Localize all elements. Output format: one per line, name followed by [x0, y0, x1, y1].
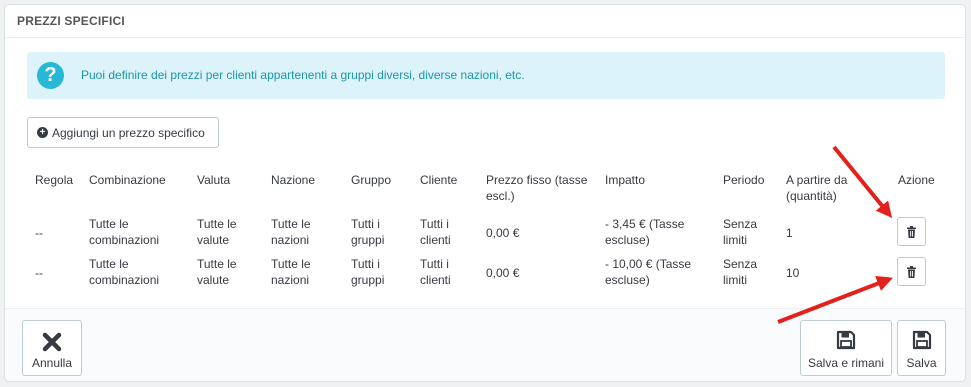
cell-customer-line2: clienti	[420, 273, 451, 287]
header-from-quantity-line2: (quantità)	[786, 189, 837, 203]
add-specific-price-label: Aggiungi un prezzo specifico	[52, 125, 205, 140]
cell-combination-line1: Tutte le	[89, 257, 129, 271]
floppy-disk-icon	[912, 330, 932, 350]
cell-group-line1: Tutti i	[351, 217, 380, 231]
floppy-disk-icon	[836, 330, 856, 350]
cell-group: Tutti i gruppi	[351, 216, 384, 248]
add-specific-price-button[interactable]: + Aggiungi un prezzo specifico	[27, 117, 219, 148]
cell-period-line2: limiti	[723, 273, 747, 287]
panel-title: PREZZI SPECIFICI	[5, 5, 965, 38]
header-fixed-price-line1: Prezzo fisso (tasse	[486, 173, 588, 187]
cell-currency: Tutte le valute	[197, 216, 237, 248]
header-combination: Combinazione	[89, 173, 166, 187]
cell-currency: Tutte le valute	[197, 256, 237, 288]
cell-from-quantity: 10	[786, 266, 800, 280]
plus-circle-icon: +	[37, 127, 48, 138]
cell-period: Senza limiti	[723, 216, 757, 248]
cell-combination-line1: Tutte le	[89, 217, 129, 231]
cell-impact: - 10,00 € (Tasse escluse)	[605, 256, 691, 288]
save-label: Salva	[906, 356, 937, 370]
delete-button[interactable]	[897, 217, 926, 246]
cell-rule: --	[35, 266, 43, 280]
cell-currency-line1: Tutte le	[197, 257, 237, 271]
cancel-button[interactable]: Annulla	[22, 320, 82, 376]
cell-group-line1: Tutti i	[351, 257, 380, 271]
header-customer: Cliente	[420, 173, 458, 187]
header-impact: Impatto	[605, 173, 646, 187]
trash-icon	[907, 265, 916, 278]
cell-currency-line2: valute	[197, 233, 230, 247]
cell-customer: Tutti i clienti	[420, 256, 451, 288]
header-action: Azione	[898, 173, 935, 187]
cell-combination-line2: combinazioni	[89, 273, 160, 287]
save-button[interactable]: Salva	[897, 320, 946, 376]
cell-impact-line2: escluse)	[605, 273, 650, 287]
info-alert: ? Puoi definire dei prezzi per clienti a…	[27, 52, 945, 99]
alert-text: Puoi definire dei prezzi per clienti app…	[81, 68, 525, 82]
cell-country-line1: Tutte le	[271, 257, 311, 271]
cell-country-line1: Tutte le	[271, 217, 311, 231]
specific-prices-panel: PREZZI SPECIFICI ? Puoi definire dei pre…	[4, 4, 966, 382]
question-icon: ?	[37, 62, 64, 89]
cell-combination-line2: combinazioni	[89, 233, 160, 247]
cell-group: Tutti i gruppi	[351, 256, 384, 288]
trash-icon	[907, 225, 916, 238]
cell-period: Senza limiti	[723, 256, 757, 288]
save-and-stay-label: Salva e rimani	[807, 356, 885, 370]
cell-combination: Tutte le combinazioni	[89, 256, 159, 288]
close-x-icon	[42, 332, 62, 352]
cell-impact: - 3,45 € (Tasse escluse)	[605, 216, 684, 248]
cell-period-line1: Senza	[723, 217, 758, 231]
delete-button[interactable]	[897, 257, 926, 286]
cell-impact-line1: - 3,45 € (Tasse	[605, 217, 685, 231]
header-from-quantity: A partire da (quantità)	[786, 172, 847, 204]
cell-customer-line1: Tutti i	[420, 257, 449, 271]
header-rule: Regola	[35, 173, 74, 187]
cell-combination: Tutte le combinazioni	[89, 216, 159, 248]
cell-group-line2: gruppi	[351, 273, 385, 287]
header-country: Nazione	[271, 173, 316, 187]
cell-country: Tutte le nazioni	[271, 256, 311, 288]
cell-impact-line1: - 10,00 € (Tasse	[605, 257, 692, 271]
cell-impact-line2: escluse)	[605, 233, 650, 247]
panel-footer: Annulla Salva e rimani Salva	[5, 308, 965, 381]
cell-from-quantity: 1	[786, 226, 793, 240]
cell-currency-line1: Tutte le	[197, 217, 237, 231]
cell-group-line2: gruppi	[351, 233, 385, 247]
cell-fixed-price: 0,00 €	[486, 266, 520, 280]
cell-rule: --	[35, 226, 43, 240]
header-fixed-price-line2: escl.)	[486, 189, 515, 203]
cell-country-line2: nazioni	[271, 273, 310, 287]
cell-customer-line2: clienti	[420, 233, 451, 247]
header-group: Gruppo	[351, 173, 392, 187]
cell-currency-line2: valute	[197, 273, 230, 287]
cell-period-line1: Senza	[723, 257, 758, 271]
cell-country-line2: nazioni	[271, 233, 310, 247]
header-fixed-price: Prezzo fisso (tasse escl.)	[486, 172, 587, 204]
save-and-stay-button[interactable]: Salva e rimani	[800, 320, 892, 376]
header-period: Periodo	[723, 173, 765, 187]
header-from-quantity-line1: A partire da	[786, 173, 848, 187]
cell-customer: Tutti i clienti	[420, 216, 451, 248]
cell-customer-line1: Tutti i	[420, 217, 449, 231]
cell-country: Tutte le nazioni	[271, 216, 311, 248]
header-currency: Valuta	[197, 173, 231, 187]
cell-period-line2: limiti	[723, 233, 747, 247]
cancel-label: Annulla	[31, 356, 73, 370]
cell-fixed-price: 0,00 €	[486, 226, 520, 240]
